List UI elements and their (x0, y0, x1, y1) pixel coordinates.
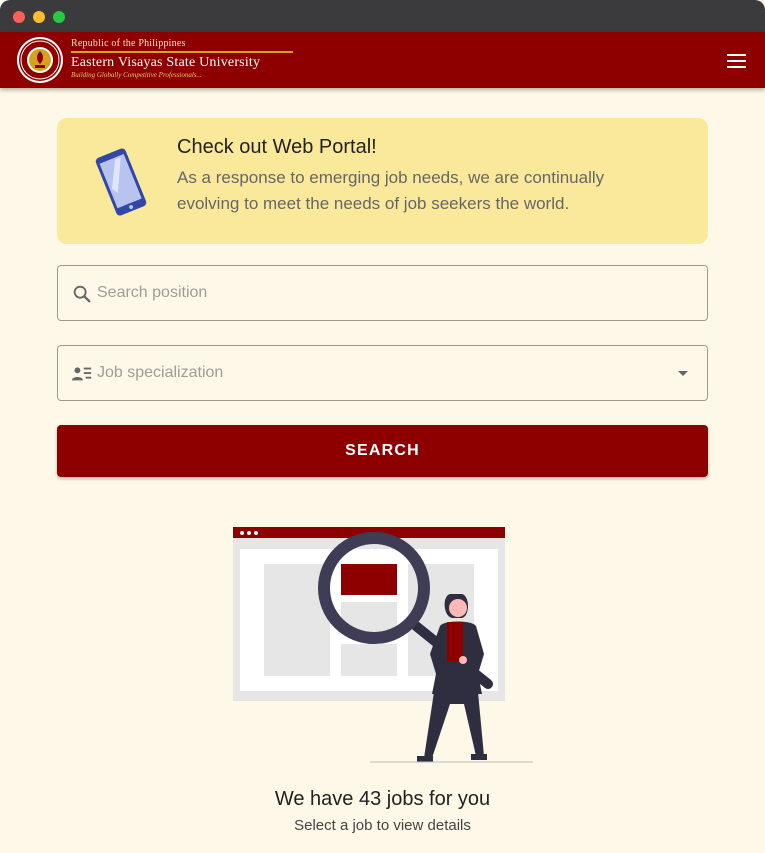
smartphone-icon (95, 148, 147, 216)
university-name: Eastern Visayas State University (71, 55, 261, 70)
close-window-button[interactable] (13, 11, 25, 23)
university-seal-icon[interactable] (16, 36, 64, 84)
hamburger-menu-icon[interactable] (724, 50, 750, 72)
promo-description: As a response to emerging job needs, we … (177, 168, 605, 213)
search-position-input[interactable] (97, 280, 687, 306)
search-position-field[interactable] (57, 265, 708, 321)
university-branding: Republic of the Philippines Eastern Visa… (71, 38, 301, 80)
maximize-window-button[interactable] (53, 11, 65, 23)
search-button[interactable]: SEARCH (57, 425, 708, 477)
promo-title: Check out Web Portal! (177, 136, 377, 158)
job-specialization-placeholder: Job specialization (97, 364, 224, 381)
search-icon (73, 285, 91, 303)
jobs-count-heading: We have 43 jobs for you (274, 788, 491, 810)
window-titlebar (0, 0, 765, 32)
job-search-illustration (233, 527, 533, 763)
caret-down-icon[interactable] (678, 371, 688, 376)
brand-divider (71, 51, 293, 53)
jobs-select-hint: Select a job to view details (294, 817, 471, 834)
republic-label: Republic of the Philippines (71, 38, 186, 49)
web-portal-promo-card: Check out Web Portal! As a response to e… (57, 118, 708, 244)
university-tagline: Building Globally Competitive Profession… (71, 71, 202, 79)
app-bar: Republic of the Philippines Eastern Visa… (0, 32, 765, 88)
person-list-icon (71, 367, 92, 381)
job-specialization-select[interactable]: Job specialization (57, 345, 708, 401)
minimize-window-button[interactable] (33, 11, 45, 23)
